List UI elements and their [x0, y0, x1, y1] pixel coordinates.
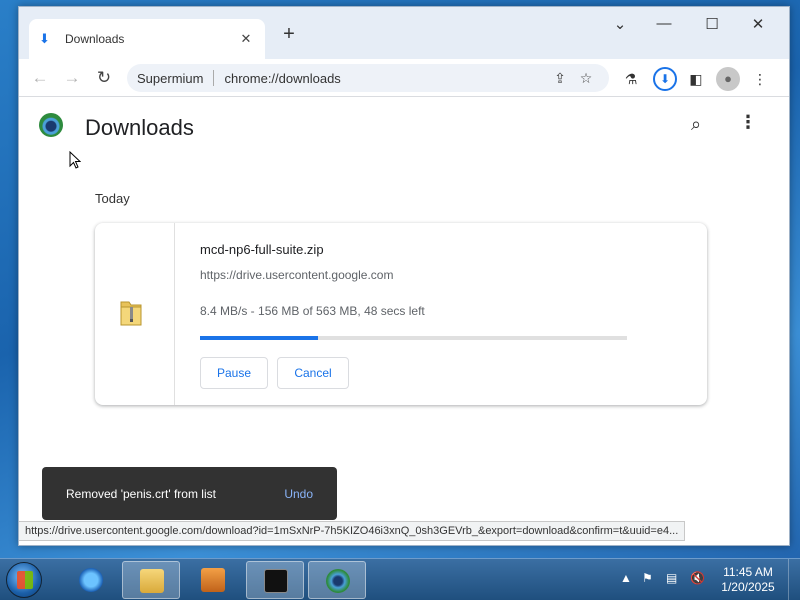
taskbar-cmd[interactable]	[246, 561, 304, 599]
site-name: Supermium	[137, 70, 204, 86]
pause-button[interactable]: Pause	[200, 357, 268, 389]
progress-fill	[200, 336, 319, 340]
tab-downloads[interactable]: ⬇ Downloads ✕	[29, 19, 265, 59]
browser-window: ⬇ Downloads ✕ + ⌄ — ☐ ✕ ← → ↻ Supermium …	[18, 6, 790, 546]
labs-icon[interactable]: ⚗	[619, 67, 643, 91]
browser-toolbar: ← → ↻ Supermium chrome://downloads ⇪ ☆ ⚗…	[19, 59, 789, 97]
windows-logo-icon	[17, 571, 33, 589]
file-icon-area	[95, 223, 175, 405]
taskbar-media-player[interactable]	[184, 561, 242, 599]
tray-expand-icon[interactable]: ▲	[620, 571, 632, 585]
date-header: Today	[95, 191, 130, 206]
search-icon[interactable]: ⌕	[691, 114, 701, 135]
media-player-icon	[201, 568, 225, 592]
toast-message: Removed 'penis.crt' from list	[66, 486, 216, 501]
clock[interactable]: 11:45 AM 1/20/2025	[714, 565, 782, 595]
sidepanel-icon[interactable]: ◧	[684, 67, 708, 91]
tab-title: Downloads	[65, 32, 125, 46]
downloads-page: Downloads ⌕ ⋮ Today mcd-np6-full-suite.z…	[19, 98, 789, 545]
chevron-down-icon[interactable]: ⌄	[605, 15, 635, 33]
explorer-icon	[140, 569, 164, 593]
star-icon[interactable]: ☆	[573, 70, 599, 87]
ie-icon	[79, 568, 103, 592]
taskbar: ▲ ⚑ ▤ 🔇 11:45 AM 1/20/2025	[0, 558, 800, 600]
supermium-logo	[39, 113, 63, 137]
omnibox-divider	[213, 70, 215, 86]
menu-icon[interactable]: ⋮	[748, 67, 772, 91]
page-title: Downloads	[85, 115, 194, 140]
downloads-icon[interactable]: ⬇	[653, 67, 677, 91]
forward-icon[interactable]: →	[59, 65, 85, 91]
taskbar-supermium[interactable]	[308, 561, 366, 599]
share-icon[interactable]: ⇪	[547, 70, 573, 87]
close-tab-icon[interactable]: ✕	[237, 31, 255, 47]
status-bar-url: https://drive.usercontent.google.com/dow…	[19, 521, 686, 541]
undo-button[interactable]: Undo	[284, 487, 313, 501]
mouse-cursor-icon	[69, 151, 81, 169]
maximize-icon[interactable]: ☐	[697, 15, 727, 33]
taskbar-ie[interactable]	[62, 561, 120, 599]
url-text[interactable]: chrome://downloads	[224, 71, 547, 86]
close-icon[interactable]: ✕	[743, 15, 773, 33]
supermium-icon	[326, 569, 350, 593]
download-status: 8.4 MB/s - 156 MB of 563 MB, 48 secs lef…	[200, 304, 425, 318]
tab-strip: ⬇ Downloads ✕ + ⌄ — ☐ ✕	[19, 7, 789, 59]
back-icon[interactable]: ←	[27, 65, 53, 91]
toast-notification: Removed 'penis.crt' from list Undo	[42, 467, 337, 520]
cancel-button[interactable]: Cancel	[277, 357, 349, 389]
network-icon[interactable]: ▤	[666, 571, 677, 585]
clock-date: 1/20/2025	[721, 580, 775, 594]
file-name[interactable]: mcd-np6-full-suite.zip	[200, 242, 324, 257]
zip-file-icon	[120, 301, 142, 326]
show-desktop-button[interactable]	[788, 559, 800, 600]
flag-icon[interactable]: ⚑	[642, 571, 653, 585]
volume-muted-icon[interactable]: 🔇	[690, 571, 705, 585]
cmd-icon	[264, 569, 288, 593]
new-tab-button[interactable]: +	[277, 23, 301, 46]
start-button[interactable]	[6, 562, 42, 598]
download-icon: ⬇	[39, 31, 50, 46]
address-bar[interactable]: Supermium chrome://downloads ⇪ ☆	[127, 64, 609, 92]
taskbar-explorer[interactable]	[122, 561, 180, 599]
profile-icon[interactable]: ●	[716, 67, 740, 91]
progress-bar	[200, 336, 627, 340]
clock-time: 11:45 AM	[723, 565, 773, 579]
download-card: mcd-np6-full-suite.zip https://drive.use…	[95, 223, 707, 405]
more-options-icon[interactable]: ⋮	[739, 112, 757, 133]
minimize-icon[interactable]: —	[649, 15, 679, 32]
reload-icon[interactable]: ↻	[91, 65, 117, 91]
file-source-url[interactable]: https://drive.usercontent.google.com	[200, 268, 393, 282]
